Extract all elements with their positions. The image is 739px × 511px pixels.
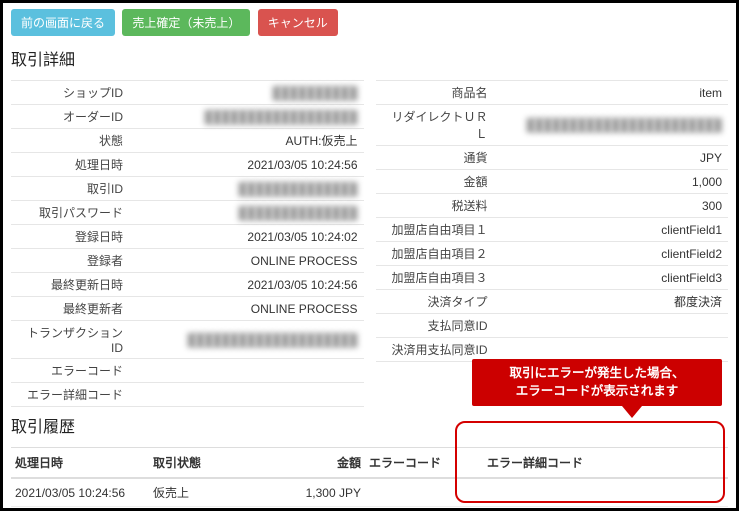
history-header-datetime: 処理日時 [11,448,149,479]
detail-row: 決済タイプ都度決済 [376,289,729,313]
cancel-button[interactable]: キャンセル [258,9,338,36]
back-button[interactable]: 前の画面に戻る [11,9,115,36]
detail-value: ██████████ [131,83,364,103]
detail-value [131,392,364,398]
detail-value: 300 [496,196,729,216]
detail-value: ██████████████ [131,203,364,223]
detail-value: ONLINE PROCESS [131,251,364,271]
detail-value: 2021/03/05 10:24:02 [131,227,364,247]
detail-row: 登録日時2021/03/05 10:24:02 [11,224,364,248]
detail-row: 状態AUTH:仮売上 [11,128,364,152]
history-cell-status: 仮売上 [149,478,247,507]
detail-value: item [496,83,729,103]
detail-label: エラー詳細コード [11,383,131,406]
detail-label: 加盟店自由項目２ [376,242,496,265]
detail-label: 取引ID [11,177,131,200]
history-cell-err-code [365,507,483,511]
section-title-history: 取引履歴 [11,413,728,437]
detail-row: オーダーID██████████████████ [11,104,364,128]
detail-label: 最終更新日時 [11,273,131,296]
detail-table-right: 商品名itemリダイレクトＵＲＬ███████████████████████通… [376,80,729,362]
detail-label: 登録者 [11,249,131,272]
detail-label: 登録日時 [11,225,131,248]
detail-row: 加盟店自由項目３clientField3 [376,265,729,289]
history-cell-amount: 1,300 JPY [247,478,365,507]
detail-label: 最終更新者 [11,297,131,320]
detail-row: 税送料300 [376,193,729,217]
detail-label: 通貨 [376,146,496,169]
detail-row: トランザクションID████████████████████ [11,320,364,358]
detail-row: 金額1,000 [376,169,729,193]
detail-row: 決済用支払同意ID [376,337,729,362]
detail-label: 処理日時 [11,153,131,176]
confirm-button[interactable]: 売上確定（未売上） [122,9,250,36]
detail-value: clientField3 [496,268,729,288]
history-table: 処理日時 取引状態 金額 エラーコード エラー詳細コード 2021/03/05 … [11,447,728,511]
detail-label: 取引パスワード [11,201,131,224]
detail-value: JPY [496,148,729,168]
detail-row: 支払同意ID [376,313,729,337]
detail-value: ONLINE PROCESS [131,299,364,319]
detail-row: 取引ID██████████████ [11,176,364,200]
detail-row: リダイレクトＵＲＬ███████████████████████ [376,104,729,145]
history-row: 2021/03/05 10:24:56仮売上1,300 JPY [11,478,728,507]
history-cell-err-detail [483,507,728,511]
history-cell-amount: 1,300 JPY [247,507,365,511]
detail-label: トランザクションID [11,321,131,358]
detail-value [496,347,729,353]
history-cell-status: 要求成功 [149,507,247,511]
detail-value: ████████████████████ [131,330,364,350]
detail-label: オーダーID [11,105,131,128]
detail-label: 決済タイプ [376,290,496,313]
detail-value [496,323,729,329]
detail-row: 加盟店自由項目２clientField2 [376,241,729,265]
detail-row: 通貨JPY [376,145,729,169]
section-title-detail: 取引詳細 [11,46,728,70]
detail-table-left: ショップID██████████オーダーID██████████████████… [11,80,364,407]
detail-value: 2021/03/05 10:24:56 [131,275,364,295]
detail-row: 取引パスワード██████████████ [11,200,364,224]
detail-row: エラーコード [11,358,364,382]
history-header-err-detail: エラー詳細コード [483,448,728,479]
action-button-row: 前の画面に戻る 売上確定（未売上） キャンセル [11,9,728,36]
detail-value: ██████████████████ [131,107,364,127]
detail-row: 最終更新日時2021/03/05 10:24:56 [11,272,364,296]
detail-value: clientField1 [496,220,729,240]
detail-row: 加盟店自由項目１clientField1 [376,217,729,241]
detail-label: 税送料 [376,194,496,217]
detail-row: 処理日時2021/03/05 10:24:56 [11,152,364,176]
detail-row: 登録者ONLINE PROCESS [11,248,364,272]
detail-row: エラー詳細コード [11,382,364,407]
detail-value: 都度決済 [496,290,729,313]
detail-label: 商品名 [376,81,496,104]
detail-value: clientField2 [496,244,729,264]
detail-row: 最終更新者ONLINE PROCESS [11,296,364,320]
detail-label: 金額 [376,170,496,193]
detail-row: 商品名item [376,80,729,104]
detail-label: 加盟店自由項目３ [376,266,496,289]
history-row: 2021/03/05 10:24:26要求成功1,300 JPY [11,507,728,511]
history-header-amount: 金額 [247,448,365,479]
detail-label: 加盟店自由項目１ [376,218,496,241]
detail-value [131,368,364,374]
detail-label: ショップID [11,81,131,104]
detail-value: AUTH:仮売上 [131,129,364,152]
history-cell-datetime: 2021/03/05 10:24:26 [11,507,149,511]
detail-value: ███████████████████████ [496,115,729,135]
history-cell-datetime: 2021/03/05 10:24:56 [11,478,149,507]
detail-label: エラーコード [11,359,131,382]
history-cell-err-code [365,478,483,507]
detail-value: ██████████████ [131,179,364,199]
detail-value: 2021/03/05 10:24:56 [131,155,364,175]
detail-row: ショップID██████████ [11,80,364,104]
detail-label: 状態 [11,129,131,152]
history-header-err-code: エラーコード [365,448,483,479]
detail-label: 決済用支払同意ID [376,338,496,361]
detail-label: 支払同意ID [376,314,496,337]
history-cell-err-detail [483,478,728,507]
history-header-status: 取引状態 [149,448,247,479]
detail-label: リダイレクトＵＲＬ [376,105,496,145]
detail-value: 1,000 [496,172,729,192]
